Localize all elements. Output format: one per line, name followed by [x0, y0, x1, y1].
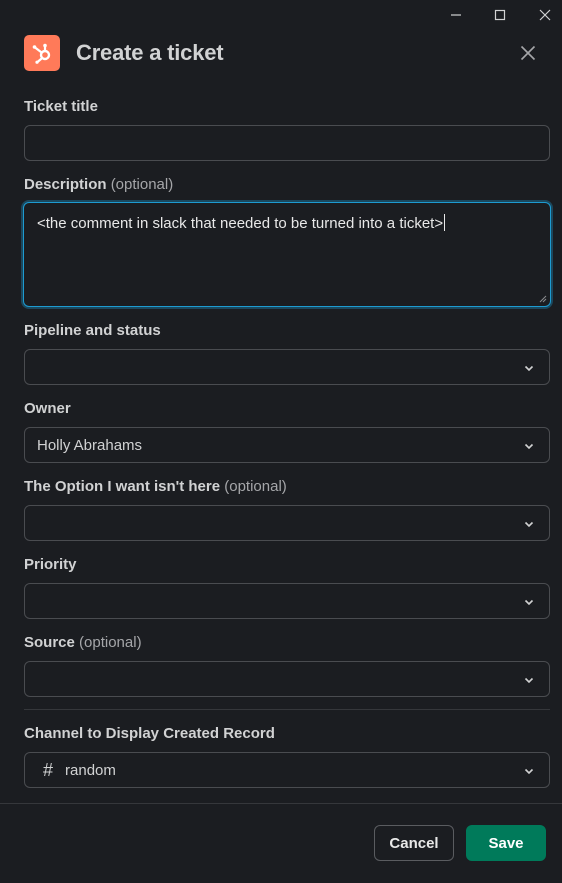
chevron-down-icon	[524, 677, 534, 684]
owner-label: Owner	[24, 400, 71, 417]
optional-hint: (optional)	[79, 634, 142, 651]
hash-icon: #	[43, 759, 54, 780]
pipeline-select[interactable]	[24, 349, 550, 385]
chevron-down-icon	[524, 768, 534, 775]
source-select[interactable]	[24, 661, 550, 697]
close-button[interactable]	[514, 39, 542, 67]
channel-label: Channel to Display Created Record	[24, 725, 275, 742]
text-caret	[444, 214, 446, 231]
priority-select[interactable]	[24, 583, 550, 619]
window-close-icon[interactable]	[534, 4, 556, 26]
optional-hint: (optional)	[224, 478, 287, 495]
channel-select[interactable]: # random	[24, 752, 550, 788]
chevron-down-icon	[524, 521, 534, 528]
channel-value: random	[65, 761, 116, 779]
description-value: <the comment in slack that needed to be …	[37, 215, 444, 232]
description-label: Description (optional)	[24, 176, 174, 193]
optional-hint: (optional)	[110, 176, 174, 193]
chevron-down-icon	[524, 365, 534, 372]
ticket-title-label: Ticket title	[24, 98, 98, 115]
cancel-button[interactable]: Cancel	[374, 825, 454, 861]
priority-label: Priority	[24, 556, 77, 573]
close-icon	[520, 45, 536, 61]
option-missing-label: The Option I want isn't here (optional)	[24, 478, 287, 495]
pipeline-label: Pipeline and status	[24, 322, 161, 339]
owner-select[interactable]: Holly Abrahams	[24, 427, 550, 463]
save-button[interactable]: Save	[466, 825, 546, 861]
create-ticket-modal: Create a ticket Ticket title Description…	[0, 0, 562, 883]
ticket-title-input[interactable]	[24, 125, 550, 161]
option-missing-select[interactable]	[24, 505, 550, 541]
footer-divider	[0, 803, 562, 804]
modal-header: Create a ticket	[24, 35, 546, 71]
maximize-icon[interactable]	[489, 4, 511, 26]
source-label: Source (optional)	[24, 634, 142, 651]
minimize-icon[interactable]	[445, 4, 467, 26]
owner-value: Holly Abrahams	[37, 436, 143, 454]
section-divider	[24, 709, 550, 710]
modal-title: Create a ticket	[76, 40, 224, 65]
hubspot-icon	[24, 35, 60, 71]
chevron-down-icon	[524, 443, 534, 450]
description-textarea[interactable]: <the comment in slack that needed to be …	[23, 202, 551, 307]
chevron-down-icon	[524, 599, 534, 606]
resize-handle-icon[interactable]	[538, 294, 547, 303]
